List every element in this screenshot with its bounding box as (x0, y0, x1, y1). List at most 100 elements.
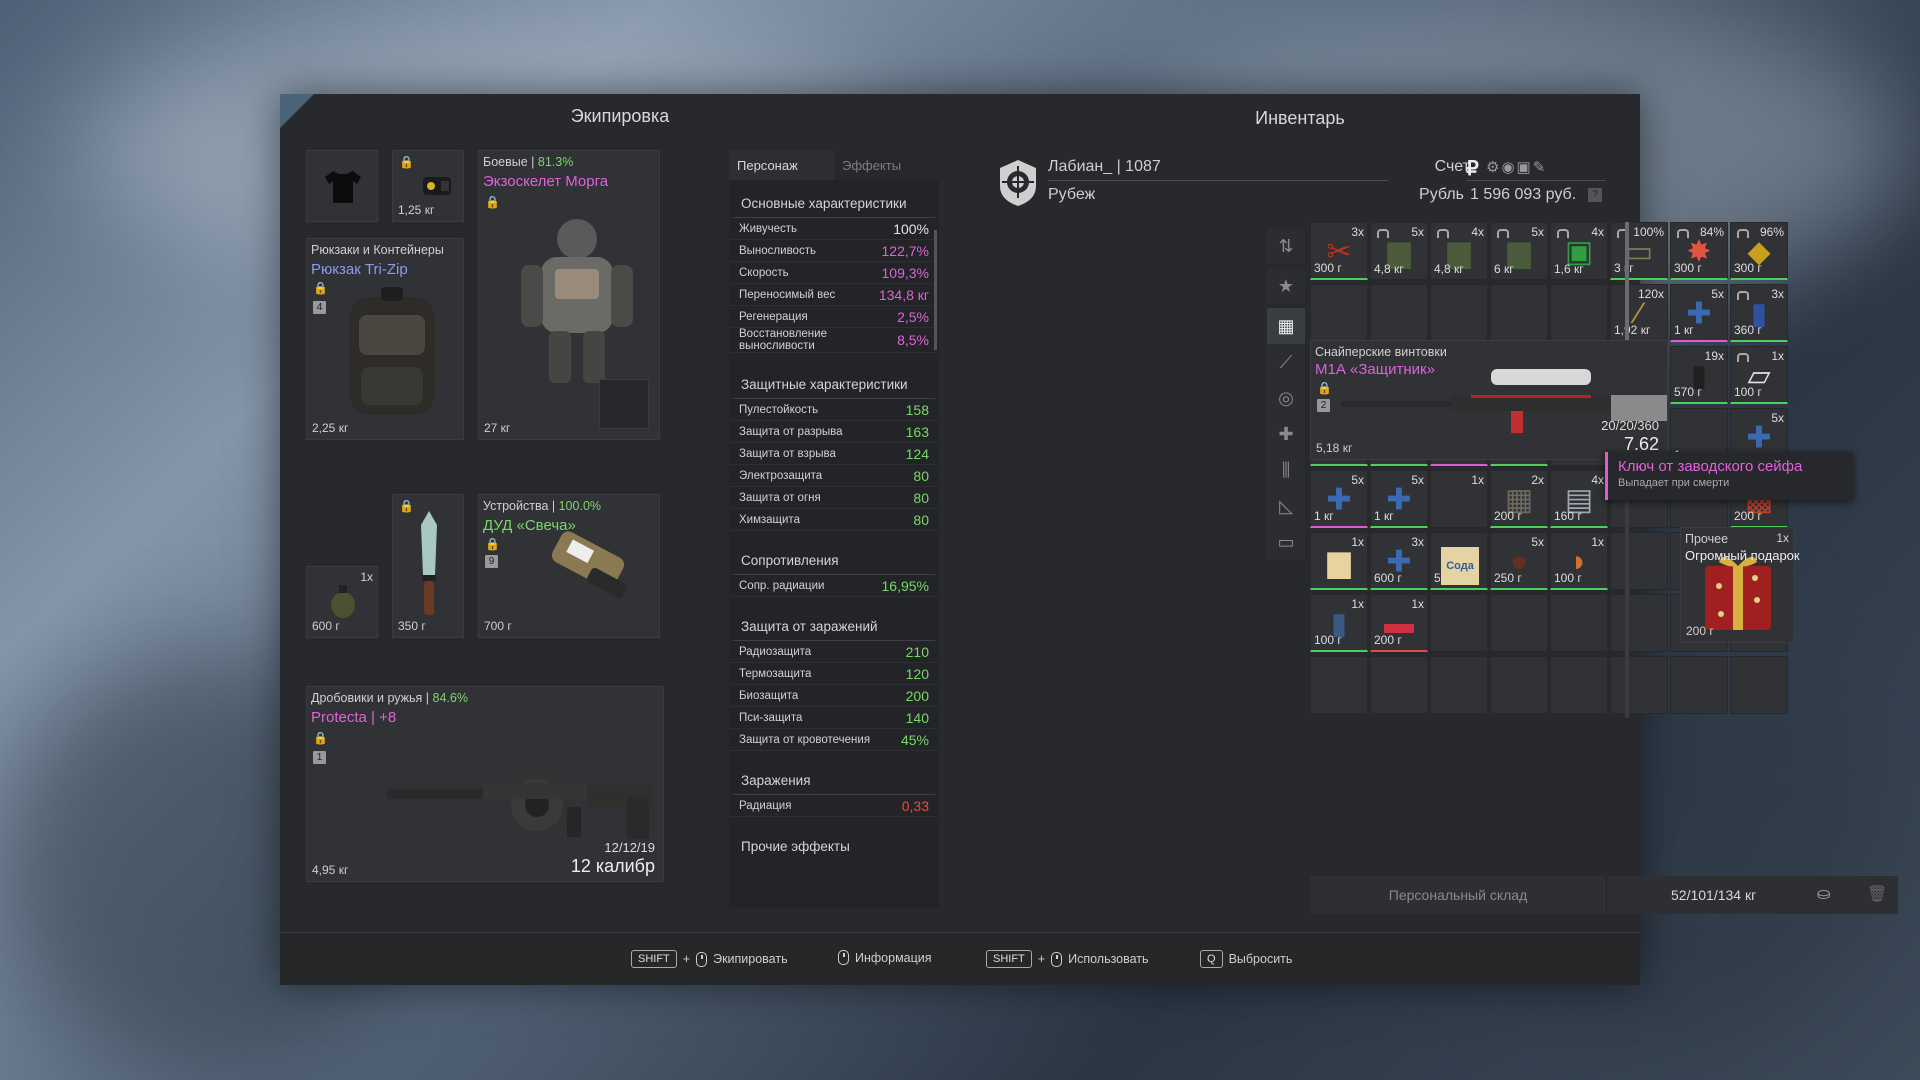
empty-cell[interactable] (1550, 594, 1608, 652)
item-weight: 1 кг (1674, 323, 1694, 337)
inventory-item[interactable]: ◗ 1x 100 г (1550, 532, 1608, 590)
inventory-item[interactable]: ▯500 гСода (1430, 532, 1488, 590)
empty-cell[interactable] (1730, 656, 1788, 714)
inventory-item[interactable]: ✸ 84% 300 г (1670, 222, 1728, 280)
armor-slot[interactable]: Боевые | 81.3% Экзоскелет Морга 🔒 27 кг (478, 150, 660, 440)
inventory-item[interactable]: ✚5x1 кг (1310, 470, 1368, 528)
inventory-item[interactable]: ✚5x1 кг (1670, 284, 1728, 342)
inventory-item[interactable]: ▮ 3x 360 г (1730, 284, 1788, 342)
stat-value: 100% (893, 220, 929, 237)
stat-name: Радиозащита (739, 645, 812, 658)
shirt-icon (325, 171, 361, 203)
empty-cell[interactable] (1430, 284, 1488, 342)
gift-item[interactable]: Прочее 1x Огромный подарок 200 г (1680, 527, 1800, 643)
inventory-item[interactable]: ▆ 1x (1310, 532, 1368, 590)
all-items-tab-icon[interactable]: ▦ (1267, 308, 1305, 344)
faction-name: Рубеж (1048, 186, 1096, 203)
armor-tab-icon[interactable]: ◎ (1267, 380, 1305, 416)
weapon-slot[interactable]: Дробовики и ружья | 84.6% Protecta | +8 … (306, 686, 664, 882)
grenade-slot[interactable]: 1x 600 г (306, 566, 378, 638)
empty-cell[interactable] (1430, 656, 1488, 714)
inventory-item[interactable]: ▆ 5x 4,8 кг (1370, 222, 1428, 280)
tab-effects[interactable]: Эффекты (834, 150, 939, 180)
empty-cell[interactable] (1610, 656, 1668, 714)
help-icon[interactable]: ? (1588, 188, 1602, 202)
inventory-item[interactable]: ✚5x1 кг (1370, 470, 1428, 528)
stat-row: Электрозащита 80 (729, 465, 939, 487)
stat-row: Пси-защита 140 (729, 707, 939, 729)
infections-title: Заражения (733, 763, 935, 795)
ruble-icon[interactable]: ₽ (1466, 156, 1479, 181)
inventory-item[interactable]: ▦ 2x 200 г (1490, 470, 1548, 528)
tab-character[interactable]: Персонаж (729, 150, 834, 180)
headgear-slot[interactable]: 🔒 1,25 кг (392, 150, 464, 222)
stat-name: Выносливость (739, 244, 816, 257)
headgear-weight: 1,25 кг (398, 203, 435, 217)
backpack-slot[interactable]: Рюкзаки и Контейнеры Рюкзак Tri-Zip 🔒 4 … (306, 238, 464, 440)
sniper-rifle-item[interactable]: Снайперские винтовки М1А «Защитник» 🔒 2 … (1310, 340, 1668, 460)
basic-stats-title: Основные характеристики (733, 186, 935, 218)
weapon-ammo: 12/12/19 (604, 840, 655, 855)
empty-cell[interactable] (1310, 284, 1368, 342)
item-count: 100% (1633, 225, 1664, 239)
inventory-item[interactable]: ✚ 3x 600 г (1370, 532, 1428, 590)
empty-cell[interactable] (1490, 656, 1548, 714)
item-weight: 3 кг (1614, 261, 1634, 275)
grenade-weight: 600 г (312, 619, 340, 633)
knife-slot[interactable]: 🔒 350 г (392, 494, 464, 638)
inventory-item[interactable]: ◆ 96% 300 г (1730, 222, 1788, 280)
tooltip-subtitle: Выпадает при смерти (1618, 477, 1730, 489)
inventory-item[interactable]: ● 5x 250 г (1490, 532, 1548, 590)
empty-cell[interactable] (1370, 656, 1428, 714)
ammo-tab-icon[interactable]: ⫼ (1267, 452, 1305, 488)
empty-cell[interactable] (1550, 284, 1608, 342)
materials-tab-icon[interactable]: ◺ (1267, 488, 1305, 524)
item-icon: ✚ (1746, 421, 1772, 455)
shirt-slot[interactable] (306, 150, 378, 222)
inventory-item[interactable]: ⁄120x1,92 кг (1610, 284, 1668, 342)
stat-value: 80 (913, 489, 929, 506)
empty-cell[interactable] (1550, 656, 1608, 714)
stat-value: 80 (913, 467, 929, 484)
personal-storage-button[interactable]: Персональный склад (1310, 876, 1606, 914)
inventory-item[interactable]: ▱ 1x 100 г (1730, 346, 1788, 404)
gift-category: Прочее (1685, 532, 1729, 546)
inventory-item[interactable]: ▣ 4x 1,6 кг (1550, 222, 1608, 280)
stats-scrollbar[interactable] (934, 230, 937, 350)
inventory-item[interactable]: 1x (1430, 470, 1488, 528)
other-tab-icon[interactable]: ▭ (1267, 524, 1305, 560)
empty-cell[interactable] (1670, 656, 1728, 714)
stat-name: Пулестойкость (739, 403, 819, 416)
empty-cell[interactable] (1430, 594, 1488, 652)
inventory-item[interactable]: ▮ 19x 570 г (1670, 346, 1728, 404)
empty-cell[interactable] (1490, 594, 1548, 652)
medicine-tab-icon[interactable]: ✚ (1267, 416, 1305, 452)
mouse-icon (838, 950, 849, 965)
inventory-item[interactable]: ✂ 3x 300 г (1310, 222, 1368, 280)
item-count: 1x (1771, 349, 1784, 363)
inventory-item[interactable]: ▮ 1x 100 г (1310, 594, 1368, 652)
inventory-item[interactable]: ▆ 5x 6 кг (1490, 222, 1548, 280)
empty-cell[interactable] (1370, 284, 1428, 342)
inventory-item[interactable]: ▭ 100% 3 кг (1610, 222, 1668, 280)
inventory-item[interactable]: ▬ 1x 200 г (1370, 594, 1428, 652)
item-count: 5x (1411, 473, 1424, 487)
inventory-item[interactable]: ▤ 4x 160 г (1550, 470, 1608, 528)
empty-cell[interactable] (1610, 594, 1668, 652)
inventory-item[interactable]: ▆ 4x 4,8 кг (1430, 222, 1488, 280)
weapons-tab-icon[interactable]: ⟋ (1267, 344, 1305, 380)
empty-cell[interactable] (1310, 656, 1368, 714)
currency-icons[interactable]: ⚙◉▣✎ (1486, 158, 1547, 176)
empty-cell[interactable] (1490, 284, 1548, 342)
favorites-tab-icon[interactable]: ★ (1267, 268, 1305, 304)
item-count: 5x (1411, 225, 1424, 239)
trash-icon[interactable]: 🗑 (1867, 884, 1887, 904)
empty-cell[interactable] (1610, 532, 1668, 590)
sort-icon[interactable]: ⇅ (1267, 228, 1305, 264)
device-slot[interactable]: Устройства | 100.0% ДУД «Свеча» 🔒 9 700 … (478, 494, 660, 638)
item-count: 3x (1411, 535, 1424, 549)
item-tooltip: Ключ от заводского сейфа Выпадает при см… (1605, 452, 1853, 500)
soda-label: Сода (1441, 547, 1479, 585)
item-count: 3x (1351, 225, 1364, 239)
armor-container-slot[interactable] (599, 379, 649, 429)
